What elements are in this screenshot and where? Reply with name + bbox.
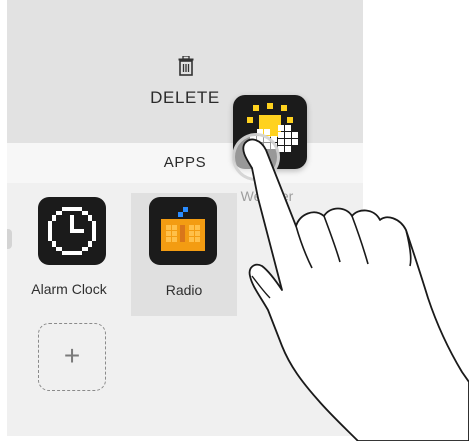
hand-pointer-icon [242, 138, 469, 441]
